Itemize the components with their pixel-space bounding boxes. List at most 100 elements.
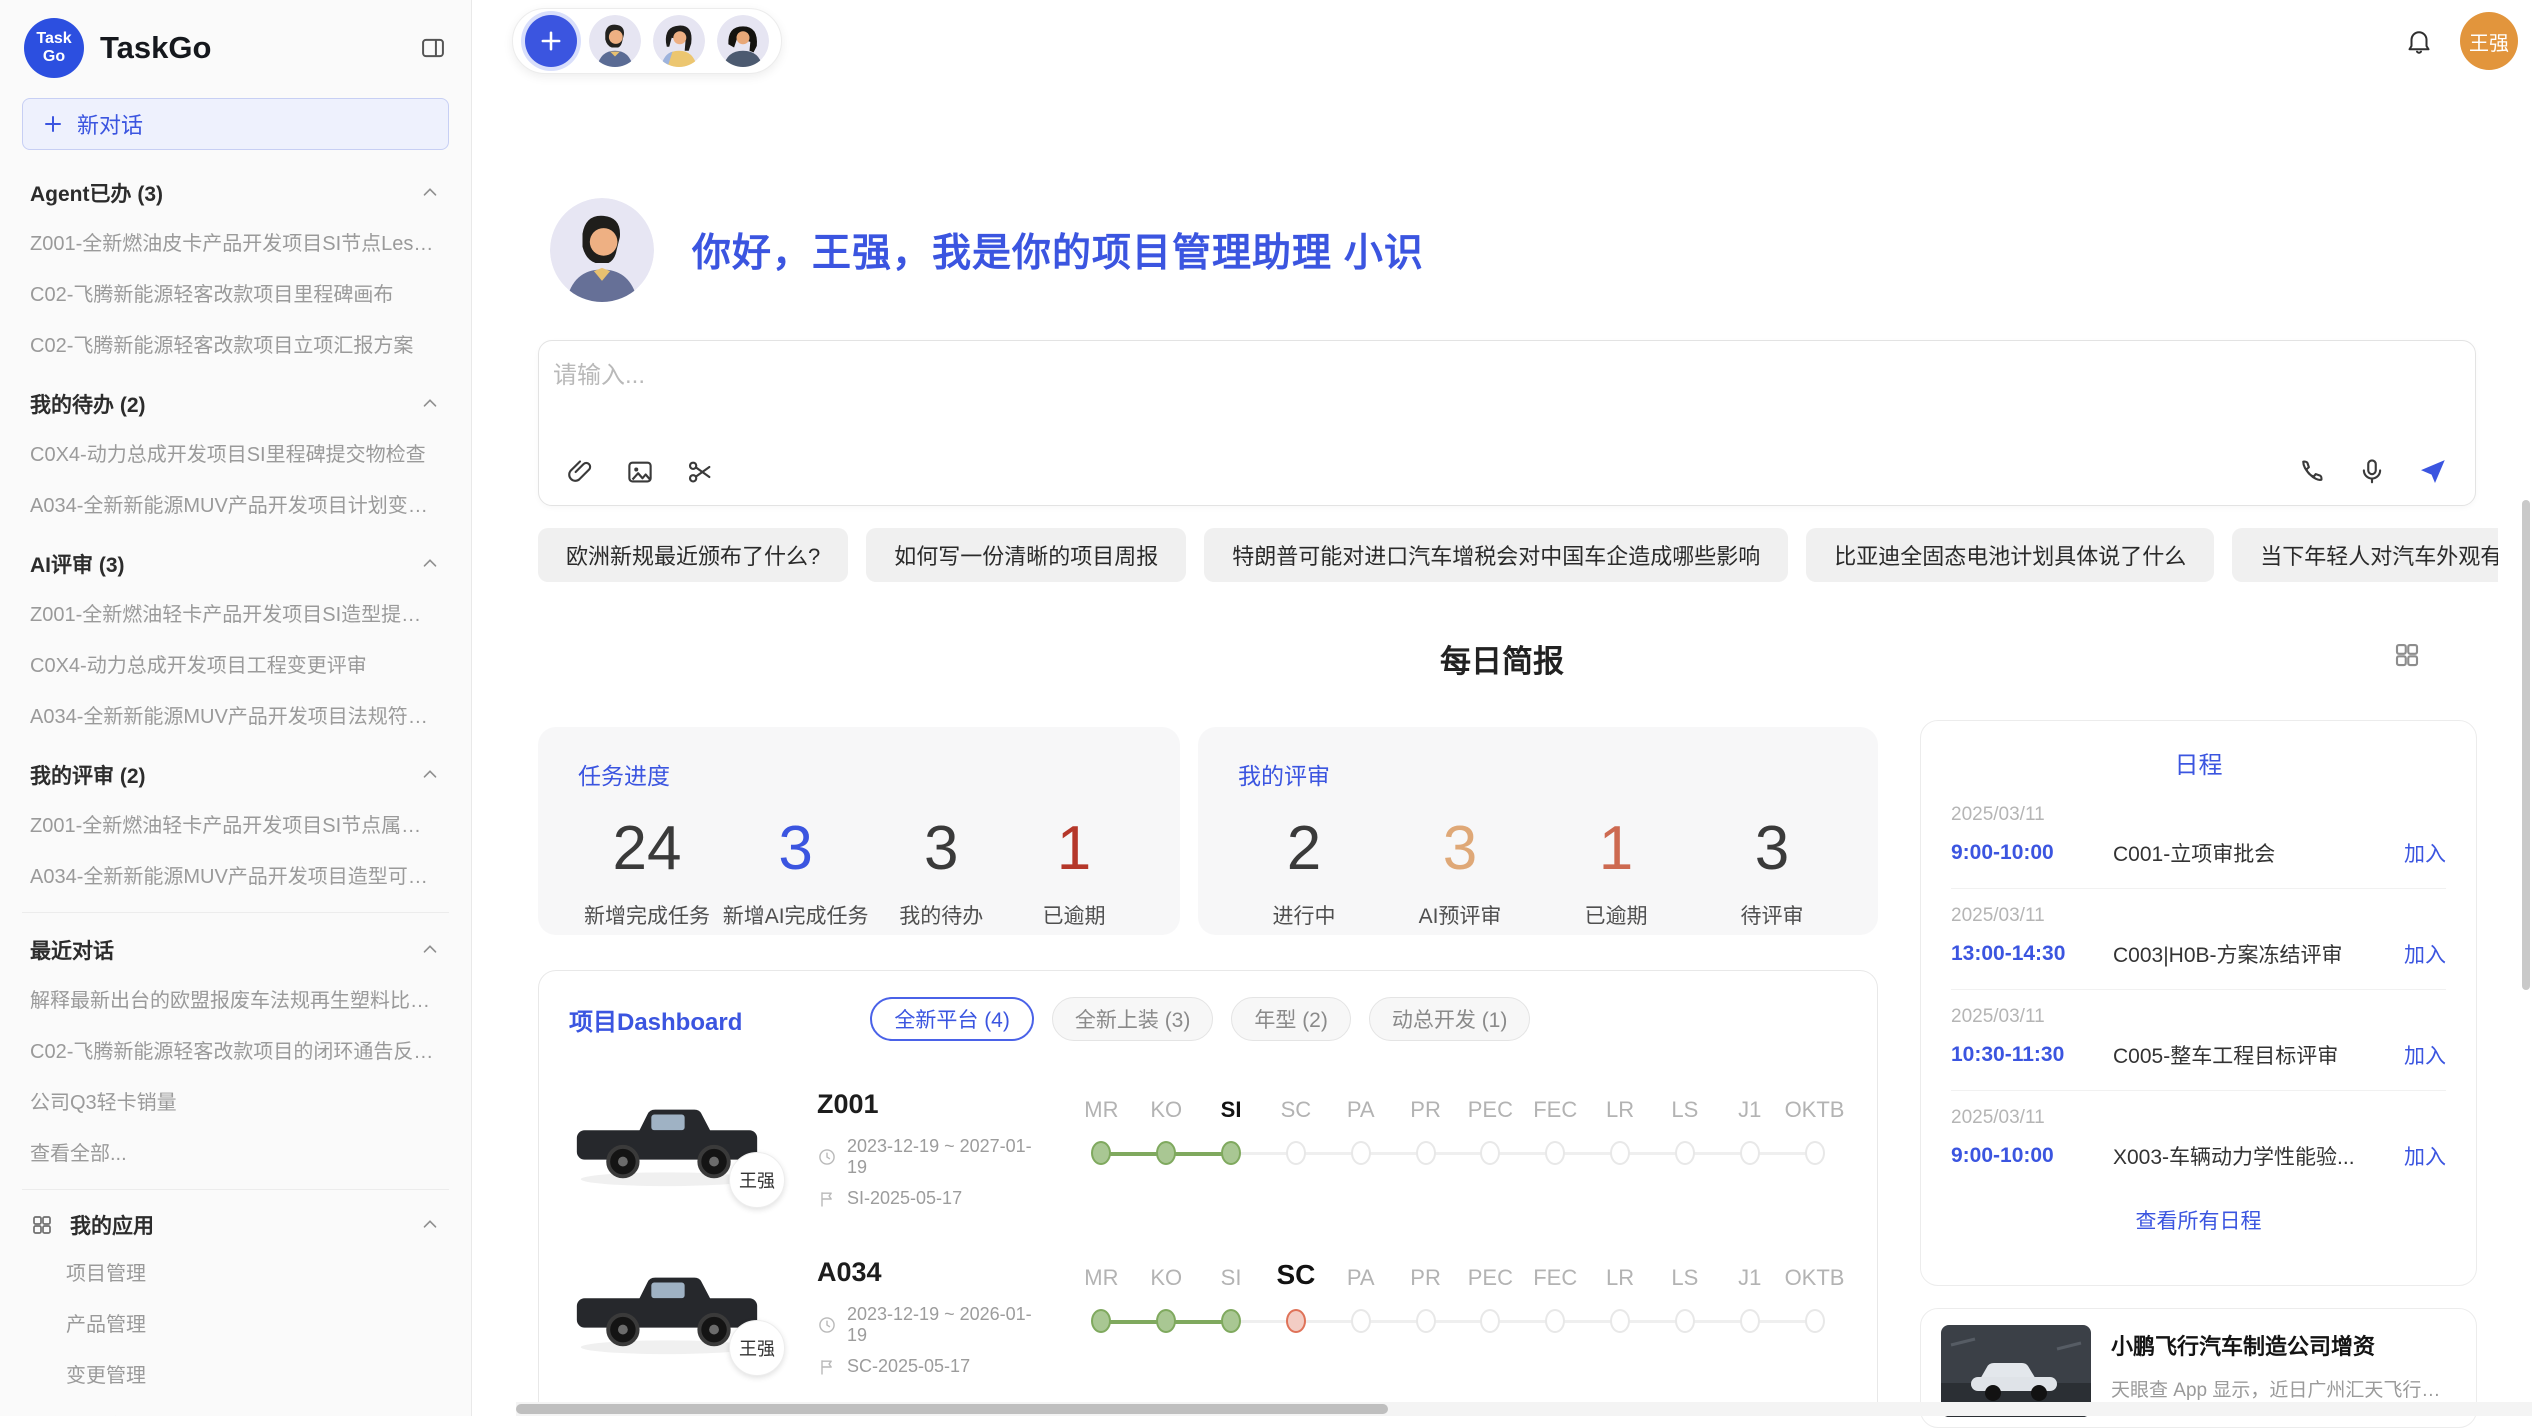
sidebar-item[interactable]: Z001-全新燃油轻卡产品开发项目SI节点属性5D文件评审 bbox=[22, 798, 449, 849]
app-item[interactable]: 查看全部... bbox=[22, 1399, 449, 1416]
image-icon[interactable] bbox=[625, 457, 655, 487]
attachment-icon[interactable] bbox=[565, 457, 595, 487]
milestone-label: FEC bbox=[1523, 1091, 1588, 1133]
clock-icon bbox=[817, 1315, 837, 1335]
milestone-label: LS bbox=[1652, 1091, 1717, 1133]
my-apps-header[interactable]: 我的应用 bbox=[22, 1192, 449, 1246]
flag-icon bbox=[817, 1357, 837, 1377]
agent-avatar-2[interactable] bbox=[653, 15, 705, 67]
dashboard-filter-tab[interactable]: 全新平台 (4) bbox=[870, 997, 1034, 1041]
suggestion-chip[interactable]: 比亚迪全固态电池计划具体说了什么 bbox=[1806, 528, 2214, 582]
notification-bell-icon[interactable] bbox=[2404, 26, 2434, 56]
section-header[interactable]: Agent已办 (3) bbox=[22, 158, 449, 216]
stat: 24新增完成任务 bbox=[584, 813, 710, 930]
milestone-dot bbox=[1610, 1309, 1630, 1333]
user-avatar[interactable]: 王强 bbox=[2460, 12, 2518, 70]
agent-avatar-1[interactable] bbox=[589, 15, 641, 67]
sidebar-item[interactable]: A034-全新新能源MUV产品开发项目法规符合性评审 bbox=[22, 689, 449, 740]
milestone-PA: PA bbox=[1328, 1091, 1393, 1165]
milestone-dot bbox=[1545, 1141, 1565, 1165]
section-header[interactable]: AI评审 (3) bbox=[22, 529, 449, 587]
milestone-MR: MR bbox=[1069, 1259, 1134, 1333]
milestone-label: PEC bbox=[1458, 1091, 1523, 1133]
milestone-dot bbox=[1740, 1309, 1760, 1333]
chevron-up-icon[interactable] bbox=[419, 939, 441, 961]
section-header[interactable]: 我的待办 (2) bbox=[22, 369, 449, 427]
join-link[interactable]: 加入 bbox=[2404, 1141, 2446, 1171]
section-header[interactable]: 我的评审 (2) bbox=[22, 740, 449, 798]
suggestion-chip[interactable]: 欧洲新规最近颁布了什么? bbox=[538, 528, 848, 582]
microphone-icon[interactable] bbox=[2357, 456, 2387, 486]
chat-input[interactable] bbox=[553, 355, 1953, 431]
plus-icon bbox=[41, 112, 65, 136]
chevron-up-icon[interactable] bbox=[419, 393, 441, 415]
project-info: Z001 2023-12-19 ~ 2027-01-19 SI-2025-05-… bbox=[791, 1087, 1043, 1209]
sidebar-item[interactable]: A034-全新新能源MUV产品开发项目造型可行性评审 bbox=[22, 849, 449, 900]
agent-avatar-3[interactable] bbox=[717, 15, 769, 67]
horizontal-scrollbar-thumb[interactable] bbox=[516, 1404, 1388, 1414]
schedule-date: 2025/03/11 bbox=[1951, 905, 2446, 927]
milestone-dot bbox=[1416, 1141, 1436, 1165]
daily-brief-title: 每日简报 bbox=[1440, 636, 1564, 681]
project-owner-badge: 王强 bbox=[729, 1320, 785, 1376]
milestone-label: SI bbox=[1199, 1091, 1264, 1133]
app-item[interactable]: 变更管理 bbox=[22, 1348, 449, 1399]
dashboard-filter-tab[interactable]: 年型 (2) bbox=[1231, 997, 1351, 1041]
recent-chat-item[interactable]: 解释最新出台的欧盟报废车法规再生塑料比例被调至15%... bbox=[22, 973, 449, 1024]
milestone-dot bbox=[1805, 1309, 1825, 1333]
sidebar-item[interactable]: Z001-全新燃油轻卡产品开发项目SI造型提交物评审 bbox=[22, 587, 449, 638]
dashboard-filter-tab[interactable]: 动总开发 (1) bbox=[1369, 997, 1531, 1041]
schedule-list: 2025/03/119:00-10:00C001-立项审批会加入2025/03/… bbox=[1951, 788, 2446, 1191]
milestone-label: PA bbox=[1328, 1091, 1393, 1133]
send-icon[interactable] bbox=[2417, 455, 2449, 487]
sidebar-item[interactable]: C02-飞腾新能源轻客改款项目里程碑画布 bbox=[22, 267, 449, 318]
user-name: 王强 bbox=[2469, 27, 2509, 56]
project-row[interactable]: 王强 Z001 2023-12-19 ~ 2027-01-19 SI-2025-… bbox=[569, 1087, 1847, 1209]
schedule-date: 2025/03/11 bbox=[1951, 1107, 2446, 1129]
milestone-dot bbox=[1091, 1309, 1111, 1333]
news-snippet: 天眼查 App 显示，近日广州汇天飞行汽... bbox=[2111, 1375, 2456, 1402]
sidebar-item[interactable]: A034-全新新能源MUV产品开发项目计划变更表编写 bbox=[22, 478, 449, 529]
app-item[interactable]: 项目管理 bbox=[22, 1246, 449, 1297]
suggestion-chip[interactable]: 如何写一份清晰的项目周报 bbox=[866, 528, 1186, 582]
recent-chat-item[interactable]: 公司Q3轻卡销量 bbox=[22, 1075, 449, 1126]
vertical-scrollbar-thumb[interactable] bbox=[2522, 500, 2530, 990]
sidebar-item[interactable]: C0X4-动力总成开发项目工程变更评审 bbox=[22, 638, 449, 689]
section-header[interactable]: 最近对话 bbox=[22, 915, 449, 973]
chevron-up-icon[interactable] bbox=[419, 1214, 441, 1236]
chevron-up-icon[interactable] bbox=[419, 553, 441, 575]
sidebar-collapse-icon[interactable] bbox=[419, 34, 447, 62]
milestone-label: SI bbox=[1199, 1259, 1264, 1301]
app-item[interactable]: 产品管理 bbox=[22, 1297, 449, 1348]
recent-chat-item[interactable]: 查看全部... bbox=[22, 1126, 449, 1177]
suggestion-chips: 欧洲新规最近颁布了什么? 如何写一份清晰的项目周报特朗普可能对进口汽车增税会对中国… bbox=[538, 528, 2498, 582]
join-link[interactable]: 加入 bbox=[2404, 838, 2446, 868]
dashboard-header: 项目Dashboard 全新平台 (4)全新上装 (3)年型 (2)动总开发 (… bbox=[569, 997, 1847, 1041]
phone-icon[interactable] bbox=[2297, 456, 2327, 486]
section-my-apps: 我的应用 项目管理产品管理变更管理查看全部... bbox=[22, 1192, 449, 1416]
project-row[interactable]: 王强 A034 2023-12-19 ~ 2026-01-19 SC-2025-… bbox=[569, 1255, 1847, 1377]
scissors-icon[interactable] bbox=[685, 457, 715, 487]
divider bbox=[22, 1189, 449, 1190]
join-link[interactable]: 加入 bbox=[2404, 1040, 2446, 1070]
project-car-image: 王强 bbox=[569, 1087, 765, 1200]
stat-label: 已逾期 bbox=[1556, 900, 1676, 930]
join-link[interactable]: 加入 bbox=[2404, 939, 2446, 969]
add-agent-button[interactable] bbox=[525, 15, 577, 67]
sidebar-item[interactable]: C0X4-动力总成开发项目SI里程碑提交物检查 bbox=[22, 427, 449, 478]
chevron-up-icon[interactable] bbox=[419, 182, 441, 204]
my-apps-title: 我的应用 bbox=[70, 1210, 403, 1240]
new-chat-button[interactable]: 新对话 bbox=[22, 98, 449, 150]
stat: 1已逾期 bbox=[1556, 813, 1676, 930]
layout-grid-icon[interactable] bbox=[2392, 640, 2422, 670]
sidebar-item[interactable]: C02-飞腾新能源轻客改款项目立项汇报方案 bbox=[22, 318, 449, 369]
suggestion-chip[interactable]: 当下年轻人对汽车外观有怎样的喜好趋势 bbox=[2232, 528, 2498, 582]
milestone-label: MR bbox=[1069, 1259, 1134, 1301]
dashboard-filter-tab[interactable]: 全新上装 (3) bbox=[1052, 997, 1214, 1041]
view-all-schedule-link[interactable]: 查看所有日程 bbox=[1951, 1191, 2446, 1235]
milestone-PR: PR bbox=[1393, 1259, 1458, 1333]
chevron-up-icon[interactable] bbox=[419, 764, 441, 786]
suggestion-chip[interactable]: 特朗普可能对进口汽车增税会对中国车企造成哪些影响 bbox=[1204, 528, 1788, 582]
sidebar-item[interactable]: Z001-全新燃油皮卡产品开发项目SI节点Lesson Learn报告 bbox=[22, 216, 449, 267]
recent-chat-item[interactable]: C02-飞腾新能源轻客改款项目的闭环通告反馈情况 bbox=[22, 1024, 449, 1075]
